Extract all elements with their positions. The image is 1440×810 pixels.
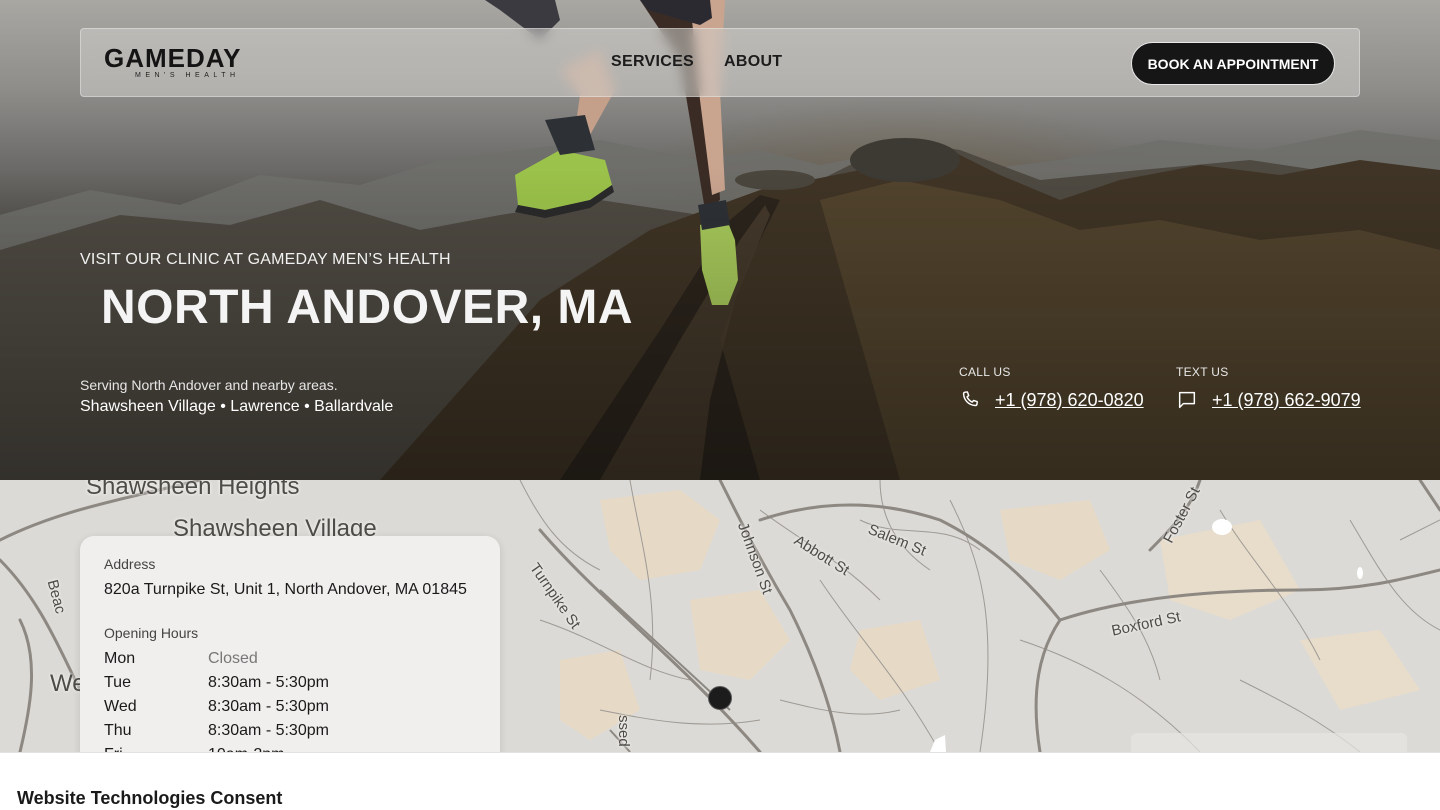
hours-time: 8:30am - 5:30pm (208, 722, 329, 739)
clinic-address: 820a Turnpike St, Unit 1, North Andover,… (104, 581, 467, 598)
call-us-label: CALL US (959, 365, 1011, 379)
service-area-list: Shawsheen Village • Lawrence • Ballardva… (80, 398, 394, 415)
hero-kicker: VISIT OUR CLINIC AT GAMEDAY MEN’S HEALTH (80, 251, 451, 268)
address-label: Address (104, 556, 156, 572)
consent-title: Website Technologies Consent (17, 788, 283, 808)
hours-day: Tue (104, 674, 131, 691)
hours-time: 8:30am - 5:30pm (208, 698, 329, 715)
gameday-logo[interactable]: GAMEDAY MEN'S HEALTH (104, 45, 264, 85)
map-label-shawsheen-heights: Shawsheen Heights (86, 480, 300, 500)
hours-row-tue: Tue 8:30am - 5:30pm (104, 671, 476, 695)
phone-icon (962, 391, 978, 407)
hours-day: Mon (104, 650, 136, 667)
nav-link-services[interactable]: SERVICES (611, 53, 694, 71)
text-us-block: TEXT US +1 (978) 662-9079 (1176, 365, 1361, 411)
top-navbar: GAMEDAY MEN'S HEALTH SERVICES ABOUT BOOK… (80, 28, 1360, 97)
book-appointment-button[interactable]: BOOK AN APPOINTMENT (1131, 42, 1335, 85)
message-icon (1178, 391, 1196, 409)
hours-day: Wed (104, 698, 137, 715)
call-us-phone-link[interactable]: +1 (978) 620-0820 (995, 390, 1144, 411)
opening-hours-label: Opening Hours (104, 625, 199, 641)
hours-row-mon: Mon Closed (104, 647, 476, 671)
map-label-ssed: ssed (615, 715, 632, 747)
hours-row-thu: Thu 8:30am - 5:30pm (104, 719, 476, 743)
text-us-label: TEXT US (1176, 365, 1229, 379)
page-title: NORTH ANDOVER, MA (101, 281, 634, 334)
hero-section: GAMEDAY MEN'S HEALTH SERVICES ABOUT BOOK… (0, 0, 1440, 480)
hours-row-wed: Wed 8:30am - 5:30pm (104, 695, 476, 719)
service-area-intro: Serving North Andover and nearby areas. (80, 377, 338, 393)
cookie-consent-banner: Website Technologies Consent (0, 752, 1440, 810)
hours-time: 8:30am - 5:30pm (208, 674, 329, 691)
hours-list: Mon Closed Tue 8:30am - 5:30pm Wed 8:30a… (104, 647, 476, 767)
text-us-phone-link[interactable]: +1 (978) 662-9079 (1212, 390, 1361, 411)
hours-time: Closed (208, 650, 258, 667)
location-pin[interactable] (708, 686, 732, 710)
nav-link-about[interactable]: ABOUT (724, 53, 782, 71)
logo-wordmark: GAMEDAY (104, 43, 242, 73)
clinic-info-card: Address 820a Turnpike St, Unit 1, North … (80, 536, 500, 776)
logo-tagline: MEN'S HEALTH (135, 72, 240, 79)
hours-day: Thu (104, 722, 132, 739)
call-us-block: CALL US +1 (978) 620-0820 (959, 365, 1144, 411)
